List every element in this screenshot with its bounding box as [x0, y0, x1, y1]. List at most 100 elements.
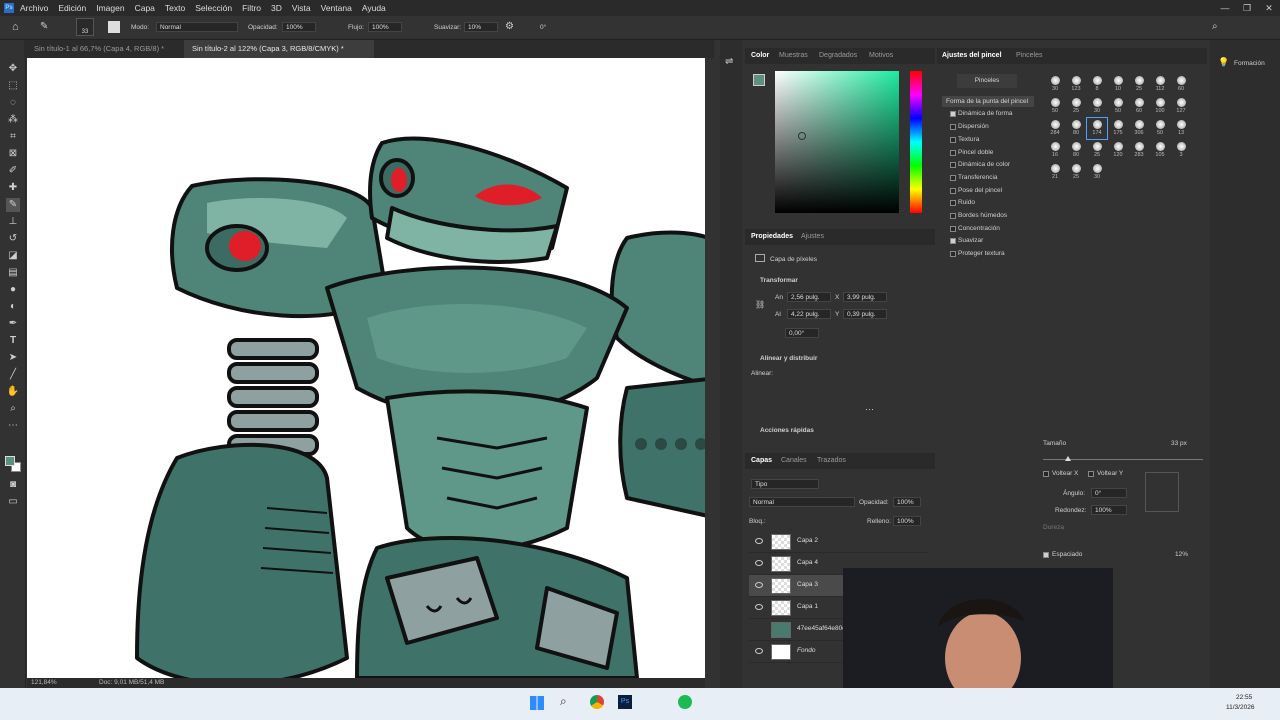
tab-doc-1[interactable]: Sin título-1 al 66,7% (Capa 4, RGB/8) * — [26, 40, 181, 58]
option-label[interactable]: Dinámica de color — [958, 161, 1010, 168]
option-label[interactable]: Ruido — [958, 199, 975, 206]
brush-preset[interactable]: 123 — [1066, 74, 1086, 95]
close-icon[interactable]: ✕ — [1258, 3, 1280, 14]
option-checkbox[interactable] — [950, 251, 956, 257]
layer-opacity-field[interactable]: 100% — [893, 497, 921, 507]
layer-name[interactable]: Capa 3 — [797, 581, 818, 588]
align-distribute-title[interactable]: Alinear y distribuir — [760, 355, 817, 362]
stamp-icon[interactable]: ⊥ — [6, 215, 20, 229]
option-label[interactable]: Proteger textura — [958, 250, 1005, 257]
menu-seleccion[interactable]: Selección — [195, 3, 232, 13]
brush-preset[interactable]: 25 — [1066, 162, 1086, 183]
color-field[interactable] — [775, 71, 899, 213]
brush-panel-icon[interactable] — [108, 21, 120, 33]
tab-muestras[interactable]: Muestras — [779, 48, 808, 64]
zoom-tool-icon[interactable]: ⌕ — [6, 402, 20, 416]
learn-label[interactable]: Formación — [1234, 60, 1265, 67]
tab-color[interactable]: Color — [751, 48, 769, 64]
brush-preset[interactable]: 120 — [1108, 140, 1128, 161]
transform-title[interactable]: Transformar — [760, 277, 798, 284]
lightbulb-icon[interactable]: 💡 — [1218, 57, 1229, 68]
tab-ajustes[interactable]: Ajustes — [801, 229, 824, 245]
brush-angle-widget[interactable] — [1145, 472, 1179, 512]
layer-fill-field[interactable]: 100% — [893, 516, 921, 526]
brush-preset[interactable]: 25 — [1129, 74, 1149, 95]
windows-start-icon[interactable] — [530, 696, 544, 710]
option-checkbox[interactable] — [950, 188, 956, 194]
tab-propiedades[interactable]: Propiedades — [751, 229, 793, 245]
history-icon[interactable]: ⇌ — [725, 56, 733, 67]
option-label[interactable]: Bordes húmedos — [958, 212, 1007, 219]
brush-preset[interactable]: 60 — [1171, 74, 1191, 95]
spacing-value[interactable]: 12% — [1175, 551, 1188, 558]
brush-preset[interactable]: 10 — [1108, 74, 1128, 95]
x-field[interactable]: 3,99 pulg. — [843, 292, 887, 302]
option-checkbox[interactable] — [950, 213, 956, 219]
flow-field[interactable]: 100% — [368, 22, 402, 32]
minimize-icon[interactable]: — — [1214, 3, 1236, 13]
menu-edicion[interactable]: Edición — [58, 3, 86, 13]
option-checkbox[interactable] — [950, 238, 956, 244]
brush-preset[interactable]: 50 — [1045, 96, 1065, 117]
menu-3d[interactable]: 3D — [271, 3, 282, 13]
angle-field[interactable]: 0° — [1091, 488, 1127, 498]
hue-slider[interactable] — [910, 71, 922, 213]
eye-icon[interactable] — [755, 604, 763, 610]
brush-icon[interactable]: ✎ — [6, 198, 20, 212]
search-icon[interactable]: ⌕ — [560, 694, 567, 709]
path-select-icon[interactable]: ➤ — [6, 351, 20, 365]
layer-name[interactable]: Fondo — [797, 647, 815, 654]
dodge-icon[interactable]: ◐ — [6, 300, 20, 314]
angle-field[interactable]: 0° — [540, 24, 546, 31]
mode-select[interactable]: Normal — [156, 22, 238, 32]
tab-doc-2[interactable]: Sin título-2 al 122% (Capa 3, RGB/8/CMYK… — [184, 40, 374, 58]
move-tool-icon[interactable]: ✥ — [6, 62, 20, 76]
opacity-field[interactable]: 100% — [282, 22, 316, 32]
history-brush-icon[interactable]: ↺ — [6, 232, 20, 246]
menu-vista[interactable]: Vista — [292, 3, 311, 13]
spacing-checkbox[interactable] — [1043, 552, 1049, 558]
option-checkbox[interactable] — [950, 226, 956, 232]
brush-preset[interactable]: 105 — [1150, 140, 1170, 161]
option-checkbox[interactable] — [950, 111, 956, 117]
option-label[interactable]: Pose del pincel — [958, 187, 1002, 194]
rotation-field[interactable]: 0,00° — [785, 328, 819, 338]
eye-icon[interactable] — [755, 560, 763, 566]
brush-preset[interactable]: 283 — [1129, 140, 1149, 161]
menu-ayuda[interactable]: Ayuda — [362, 3, 386, 13]
tab-motivos[interactable]: Motivos — [869, 48, 893, 64]
tab-canales[interactable]: Canales — [781, 453, 807, 469]
option-label[interactable]: Textura — [958, 136, 979, 143]
brush-preset[interactable]: 25 — [1087, 140, 1107, 161]
crop-tool-icon[interactable]: ⌗ — [6, 130, 20, 144]
option-checkbox[interactable] — [950, 150, 956, 156]
photoshop-icon[interactable]: Ps — [618, 695, 632, 709]
width-field[interactable]: 2,56 pulg. — [787, 292, 831, 302]
tab-trazados[interactable]: Trazados — [817, 453, 846, 469]
gradient-icon[interactable]: ▤ — [6, 266, 20, 280]
spacing-label[interactable]: Espaciado — [1052, 551, 1082, 558]
brush-preset[interactable]: 8 — [1087, 74, 1107, 95]
link-icon[interactable]: ⛓ — [755, 300, 765, 309]
brush-preset[interactable]: 30 — [1087, 162, 1107, 183]
quick-mask-icon[interactable]: ◙ — [6, 478, 20, 492]
brush-preset[interactable]: 100 — [1150, 96, 1170, 117]
tab-degradados[interactable]: Degradados — [819, 48, 857, 64]
eyedropper-icon[interactable]: ✐ — [6, 164, 20, 178]
maximize-icon[interactable]: ❐ — [1236, 3, 1258, 14]
menu-ventana[interactable]: Ventana — [321, 3, 352, 13]
roundness-field[interactable]: 100% — [1091, 505, 1127, 515]
brush-preset[interactable]: 13 — [1171, 118, 1191, 139]
tab-ajustes-pincel[interactable]: Ajustes del pincel — [942, 48, 1002, 64]
option-label[interactable]: Concentración — [958, 225, 1000, 232]
search-icon[interactable]: ⌕ — [1212, 21, 1218, 32]
option-checkbox[interactable] — [950, 200, 956, 206]
brush-preset[interactable]: 174 — [1086, 117, 1108, 140]
line-tool-icon[interactable]: ╱ — [6, 368, 20, 382]
flip-y-label[interactable]: Voltear Y — [1097, 470, 1123, 477]
size-slider-handle[interactable] — [1065, 456, 1071, 461]
quick-actions-title[interactable]: Acciones rápidas — [760, 427, 814, 434]
frame-tool-icon[interactable]: ⊠ — [6, 147, 20, 161]
brush-preset[interactable]: 30 — [1087, 96, 1107, 117]
brush-preset[interactable]: 50 — [1108, 96, 1128, 117]
